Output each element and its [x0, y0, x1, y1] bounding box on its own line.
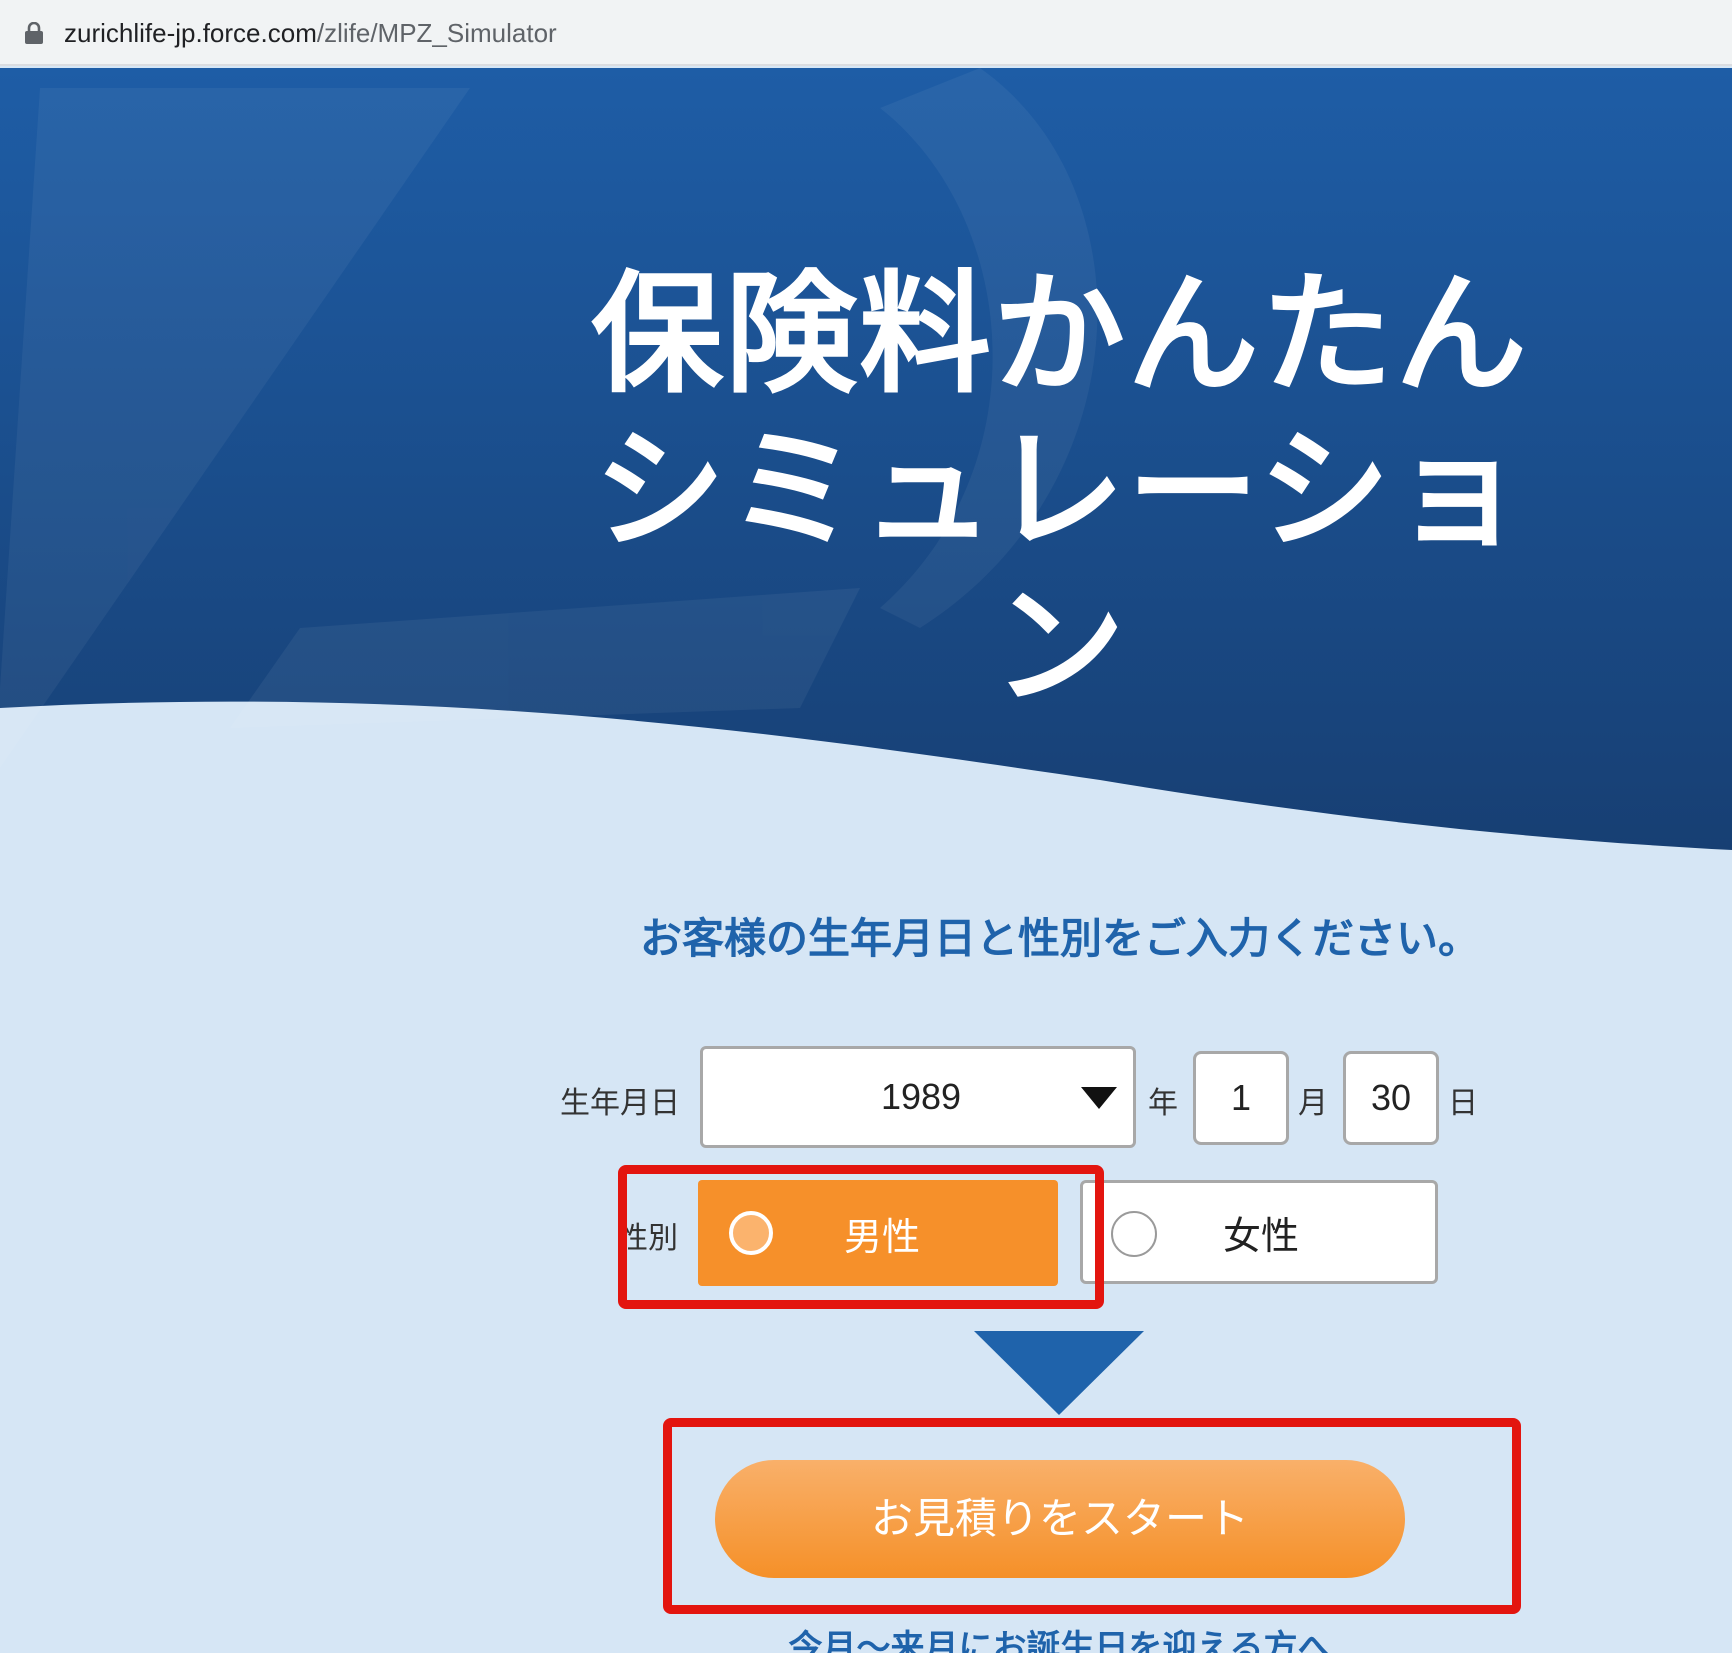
birth-year-select[interactable]: 1989 — [700, 1046, 1136, 1148]
lock-icon — [25, 22, 43, 44]
birthdate-label: 生年月日 — [560, 1086, 680, 1121]
url-host: zurichlife-jp.force.com — [64, 18, 317, 48]
hero-title-line1: 保険料かんたん — [591, 258, 1529, 412]
year-unit-label: 年 — [1148, 1086, 1178, 1121]
gender-option-female[interactable]: 女性 — [1080, 1180, 1438, 1284]
url-text[interactable]: zurichlife-jp.force.com/zlife/MPZ_Simula… — [64, 14, 557, 52]
hero-title: 保険料かんたん シミュレーション — [560, 258, 1560, 725]
day-unit-label: 日 — [1448, 1086, 1478, 1121]
hero-title-line2: シミュレーション — [593, 413, 1527, 724]
birth-year-value: 1989 — [880, 1076, 962, 1117]
month-unit-label: 月 — [1298, 1086, 1328, 1121]
birth-day-input[interactable]: 30 — [1343, 1051, 1439, 1145]
browser-address-bar[interactable]: zurichlife-jp.force.com/zlife/MPZ_Simula… — [0, 0, 1732, 66]
highlight-box-gender — [618, 1165, 1104, 1309]
radio-unselected-icon — [1111, 1211, 1157, 1257]
url-path: /zlife/MPZ_Simulator — [316, 18, 557, 48]
birthday-soon-link[interactable]: 今月〜来月にお誕生日を迎える方へ — [640, 1620, 1480, 1653]
birth-month-input[interactable]: 1 — [1193, 1051, 1289, 1145]
highlight-box-start — [663, 1418, 1521, 1614]
page: zurichlife-jp.force.com/zlife/MPZ_Simula… — [0, 0, 1732, 1653]
form-prompt: お客様の生年月日と性別をご入力ください。 — [639, 914, 1480, 963]
arrow-down-icon — [974, 1331, 1144, 1415]
hero-banner: 保険料かんたん シミュレーション — [0, 68, 1732, 868]
gender-option-label: 女性 — [1223, 1213, 1300, 1258]
dropdown-arrow-icon — [1081, 1087, 1117, 1109]
